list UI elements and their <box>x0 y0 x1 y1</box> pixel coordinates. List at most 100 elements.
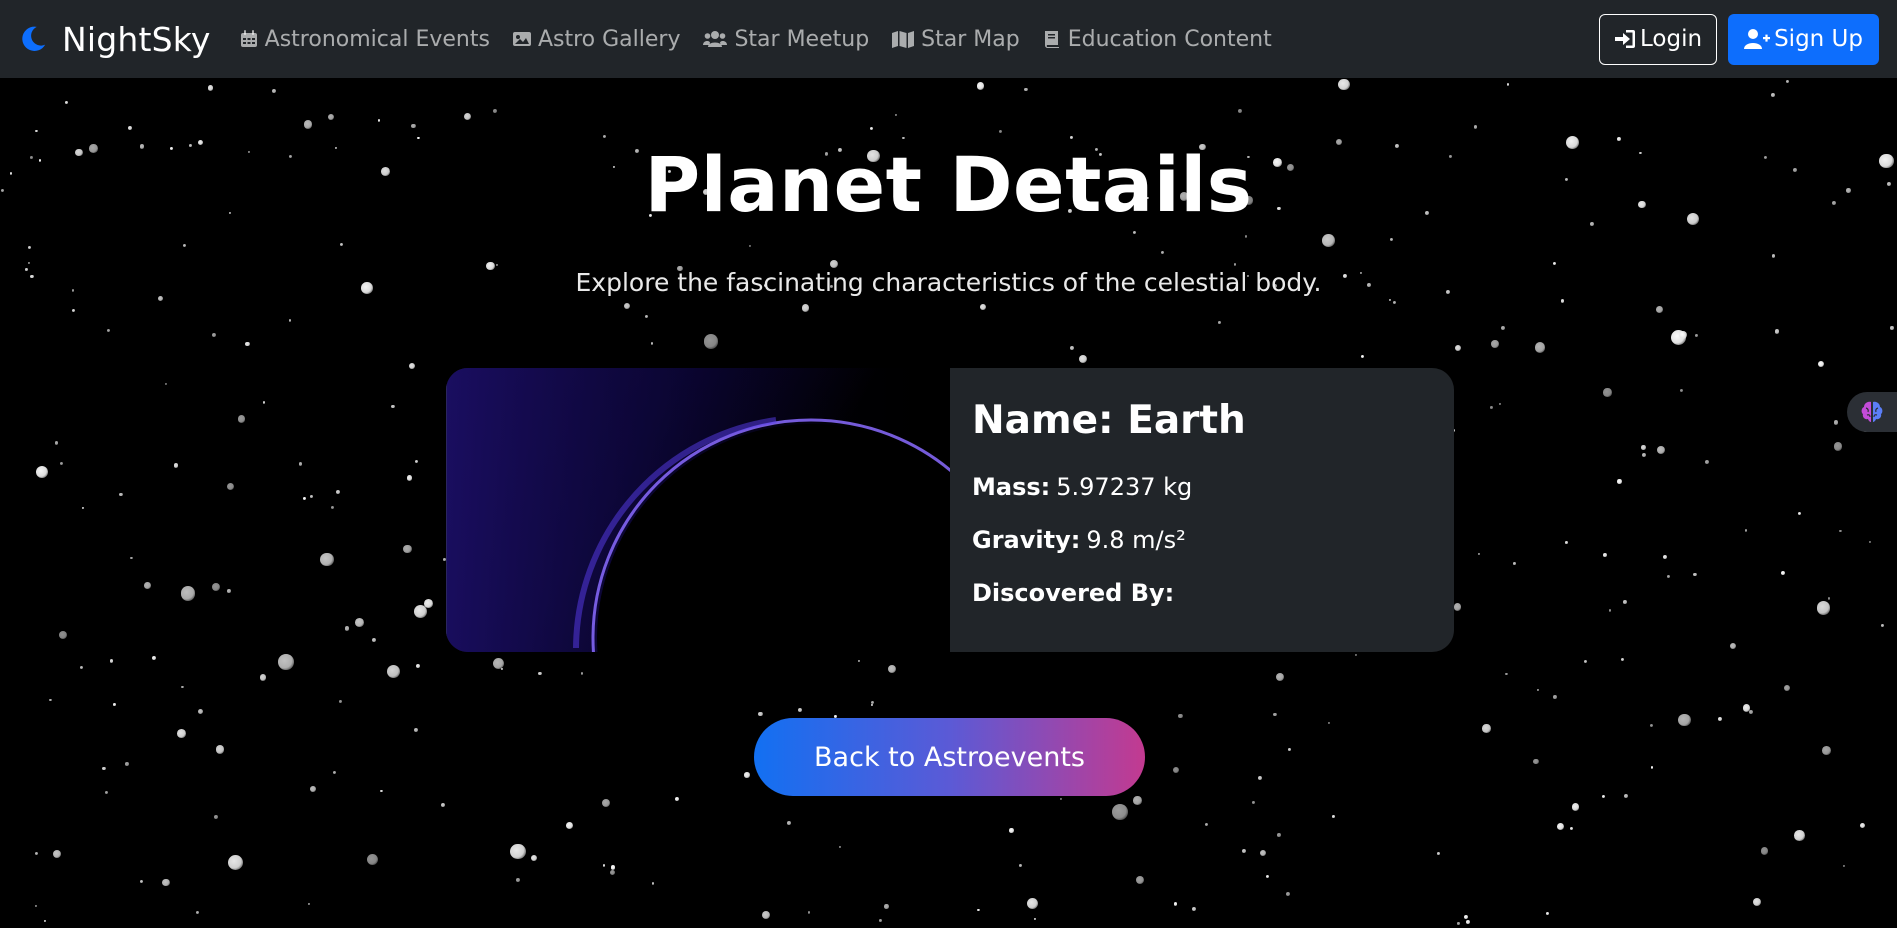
star <box>1191 906 1196 912</box>
star <box>530 855 537 862</box>
star <box>177 729 187 738</box>
star <box>1258 775 1263 780</box>
star <box>838 845 842 849</box>
star <box>1453 603 1461 611</box>
star <box>1771 254 1776 258</box>
planet-gravity: Gravity: 9.8 m/s² <box>972 526 1432 554</box>
star <box>1178 713 1183 719</box>
star <box>1717 716 1723 722</box>
signup-button[interactable]: Sign Up <box>1728 13 1879 65</box>
star <box>303 120 313 129</box>
star <box>1603 388 1612 397</box>
star <box>182 244 186 248</box>
star <box>1133 796 1142 805</box>
star <box>440 802 446 808</box>
star <box>151 656 157 661</box>
star <box>307 902 310 906</box>
calendar-icon <box>240 30 257 47</box>
star <box>320 552 334 567</box>
star <box>211 332 216 337</box>
star <box>858 659 861 663</box>
star <box>54 441 59 445</box>
star <box>1662 555 1668 560</box>
star <box>748 244 752 248</box>
star <box>1069 345 1074 350</box>
star <box>1477 552 1480 555</box>
star <box>211 583 220 592</box>
star <box>1466 919 1471 924</box>
star <box>414 459 419 464</box>
star <box>271 89 276 94</box>
star <box>1869 540 1872 544</box>
star <box>36 465 49 479</box>
star <box>1322 234 1335 247</box>
star <box>1069 135 1073 139</box>
star <box>1571 802 1580 811</box>
star <box>1033 917 1037 921</box>
star <box>180 586 196 601</box>
nav-links: Astronomical Events Astro Gallery Star M… <box>239 27 1294 52</box>
login-label: Login <box>1640 26 1703 52</box>
star <box>1392 300 1396 305</box>
star <box>1205 822 1209 826</box>
star <box>1730 643 1737 650</box>
star <box>580 672 584 675</box>
star <box>238 415 246 423</box>
star <box>109 659 114 664</box>
star <box>387 665 401 679</box>
star <box>1277 833 1281 837</box>
star <box>227 854 244 870</box>
star <box>703 334 719 350</box>
star <box>409 362 416 369</box>
star <box>1436 851 1440 855</box>
sign-in-icon <box>1615 30 1636 48</box>
star <box>1816 601 1831 615</box>
star <box>758 711 763 716</box>
star <box>976 908 980 912</box>
star <box>1556 823 1564 830</box>
login-button[interactable]: Login <box>1599 13 1718 65</box>
navbar: NightSky Astronomical Events Astro Galle… <box>0 0 1897 78</box>
star <box>288 319 292 322</box>
back-to-astroevents-button[interactable]: Back to Astroevents <box>754 718 1145 796</box>
star <box>262 401 265 404</box>
star <box>406 475 413 482</box>
star <box>1285 891 1290 896</box>
star <box>174 463 179 468</box>
mass-value: 5.97237 kg <box>1056 473 1193 501</box>
star <box>1474 125 1478 129</box>
planet-illustration <box>446 368 950 652</box>
star <box>34 904 37 907</box>
star <box>609 869 616 876</box>
nav-link-astro-gallery[interactable]: Astro Gallery <box>512 27 680 52</box>
star <box>335 490 340 495</box>
users-icon <box>703 31 728 47</box>
star <box>1218 320 1222 324</box>
nav-link-star-meetup[interactable]: Star Meetup <box>702 27 869 52</box>
star <box>107 328 111 332</box>
star <box>888 665 897 674</box>
nav-link-education-content[interactable]: Education Content <box>1042 27 1272 52</box>
nav-link-star-map[interactable]: Star Map <box>891 27 1020 52</box>
star <box>303 496 307 500</box>
star <box>1890 326 1894 330</box>
star <box>602 135 606 139</box>
star <box>1490 406 1493 409</box>
user-plus-icon <box>1744 29 1771 49</box>
star <box>1463 914 1468 919</box>
star <box>1328 721 1331 725</box>
star <box>1060 798 1063 801</box>
star <box>59 630 68 639</box>
brand-link[interactable]: NightSky <box>18 20 211 59</box>
star <box>28 246 32 250</box>
star <box>1135 876 1144 885</box>
side-widget-tab[interactable] <box>1847 392 1897 432</box>
star <box>1817 360 1824 368</box>
nav-link-astronomical-events[interactable]: Astronomical Events <box>239 27 490 52</box>
star <box>330 505 335 510</box>
star <box>416 663 421 668</box>
planet-card: Name: Earth Mass: 5.97237 kg Gravity: 9.8 … <box>446 368 1454 652</box>
star <box>214 815 218 819</box>
star <box>215 745 225 754</box>
star <box>744 772 750 778</box>
